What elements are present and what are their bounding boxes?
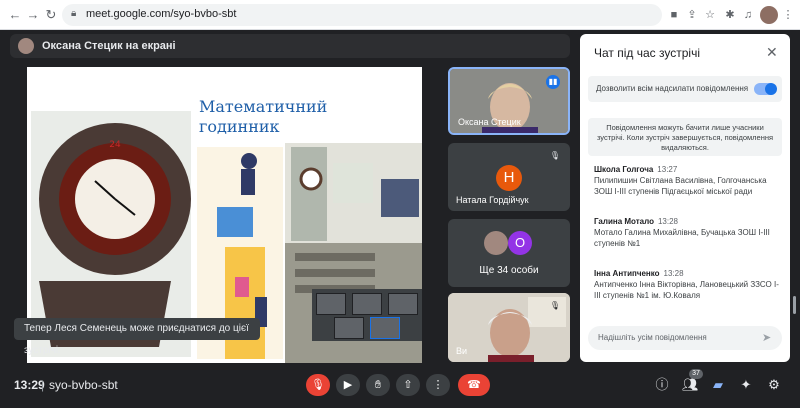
raise-hand-button[interactable]: ✋︎ [366,374,390,396]
slide-title-line1: Математичний [199,97,328,116]
menu-icon[interactable]: ⋮ [780,7,796,23]
allow-messages-setting: Дозволити всім надсилати повідомлення [588,76,782,102]
message-sender: Інна Антипченко [594,269,660,278]
close-icon[interactable]: ✕ [766,44,778,61]
presenter-avatar [18,38,34,54]
browser-toolbar: ← → ↻ 🔒︎ meet.google.com/syo-bvbo-sbt ■ … [0,0,800,30]
meeting-code: syo-bvbo-sbt [49,378,118,392]
chat-icon[interactable]: ▰ [710,377,726,393]
participants-count: 37 [689,369,703,379]
chat-message: Інна Антипченко 13:28 Антипченко Інна Вік… [594,268,780,301]
message-sender: Галина Мотало [594,217,654,226]
participant-name: Оксана Стецик [458,117,521,127]
profile-avatar[interactable] [760,6,778,24]
message-text: Пилипишин Світлана Василівна, Голгочансь… [594,176,767,196]
mic-off-icon: 🎙︎ [549,301,561,310]
extensions-icon[interactable]: ✱ [722,7,738,23]
separator: | [41,378,45,392]
host-controls-icon[interactable]: ⚙ [766,377,782,393]
slide-title: Математичний годинник [199,97,327,137]
speaking-icon: ▮▮ [546,75,560,89]
participant-tile[interactable]: Н Натала Гордійчук 🎙︎ [448,143,570,211]
thumbnail [316,293,346,315]
participant-tile[interactable]: Оксана Стецик ▮▮ [448,67,570,135]
people-icon[interactable]: 👥︎ [682,377,699,393]
allow-messages-label: Дозволити всім надсилати повідомлення [596,84,749,93]
participant-avatar: О [508,231,532,255]
forward-icon[interactable]: → [24,6,42,24]
chat-message: Школа Голгоча 13:27 Пилипишин Світлана Ва… [594,164,780,197]
presenter-bar: Оксана Стецик на екрані [10,34,570,58]
more-options-button[interactable]: ⋮ [426,374,450,396]
present-button[interactable]: ⇧ [396,374,420,396]
chat-notice: Повідомлення можуть бачити лише учасники… [588,118,782,156]
participant-avatar [484,231,508,255]
media-icon[interactable]: ♫ [740,7,756,23]
message-time: 13:28 [663,269,684,278]
toggle-knob [765,83,777,95]
end-call-button[interactable]: ☎︎ [458,374,490,396]
info-icon[interactable]: ⓘ [654,377,670,393]
page-scrollbar[interactable] [793,296,796,314]
back-icon[interactable]: ← [6,6,24,24]
thumbnail [370,317,400,339]
others-tile[interactable]: О Ще 34 особи [448,219,570,287]
message-time: 13:28 [657,217,678,226]
url-text: meet.google.com/syo-bvbo-sbt [86,8,237,20]
camera-icon[interactable]: ■ [666,7,682,23]
message-text: Мотало Галина Михайлівна, Бучацька ЗОШ І… [594,228,770,248]
activities-icon[interactable]: ✦ [738,377,754,393]
star-icon[interactable]: ☆ [702,7,718,23]
share-icon[interactable]: ⇪ [684,7,700,23]
chat-title: Чат під час зустрічі [594,46,700,60]
message-time: 13:27 [657,165,678,174]
reload-icon[interactable]: ↻ [42,6,60,24]
slide-title-line2: годинник [199,117,280,136]
lock-icon: 🔒︎ [71,8,77,19]
mic-off-icon: 🎙︎ [549,151,561,160]
address-bar[interactable]: 🔒︎ meet.google.com/syo-bvbo-sbt [62,4,662,26]
self-tile[interactable]: Ви 🎙︎ [448,293,570,362]
presentation-thumbnails [312,289,422,341]
thumbnail [388,293,418,315]
chat-input-placeholder: Надішліть усім повідомлення [598,333,707,342]
mic-off-button[interactable]: 🎙︎ [306,374,330,396]
chat-input[interactable]: Надішліть усім повідомлення ➤ [588,326,782,350]
message-sender: Школа Голгоча [594,165,654,174]
camera-button[interactable]: ▶ [336,374,360,396]
presenter-label: Оксана Стецик на екрані [42,40,176,52]
participant-avatar: Н [496,165,522,191]
message-text: Антипченко Інна Вікторівна, Лановецький … [594,280,779,300]
send-icon[interactable]: ➤ [762,331,771,344]
chat-message: Галина Мотало 13:28 Мотало Галина Михайлі… [594,216,780,249]
participant-name: Натала Гордійчук [456,195,529,205]
thumbnail [352,293,382,315]
participant-name: Ви [456,346,468,356]
thumbnail [334,317,364,339]
others-count: Ще 34 особи [479,265,539,276]
clock-numeral: 24 [109,140,121,150]
join-notification: Тепер Леся Семенець може приєднатися до … [14,318,260,356]
chat-panel: Чат під час зустрічі ✕ Дозволити всім на… [580,34,790,362]
allow-messages-toggle[interactable] [754,83,777,95]
